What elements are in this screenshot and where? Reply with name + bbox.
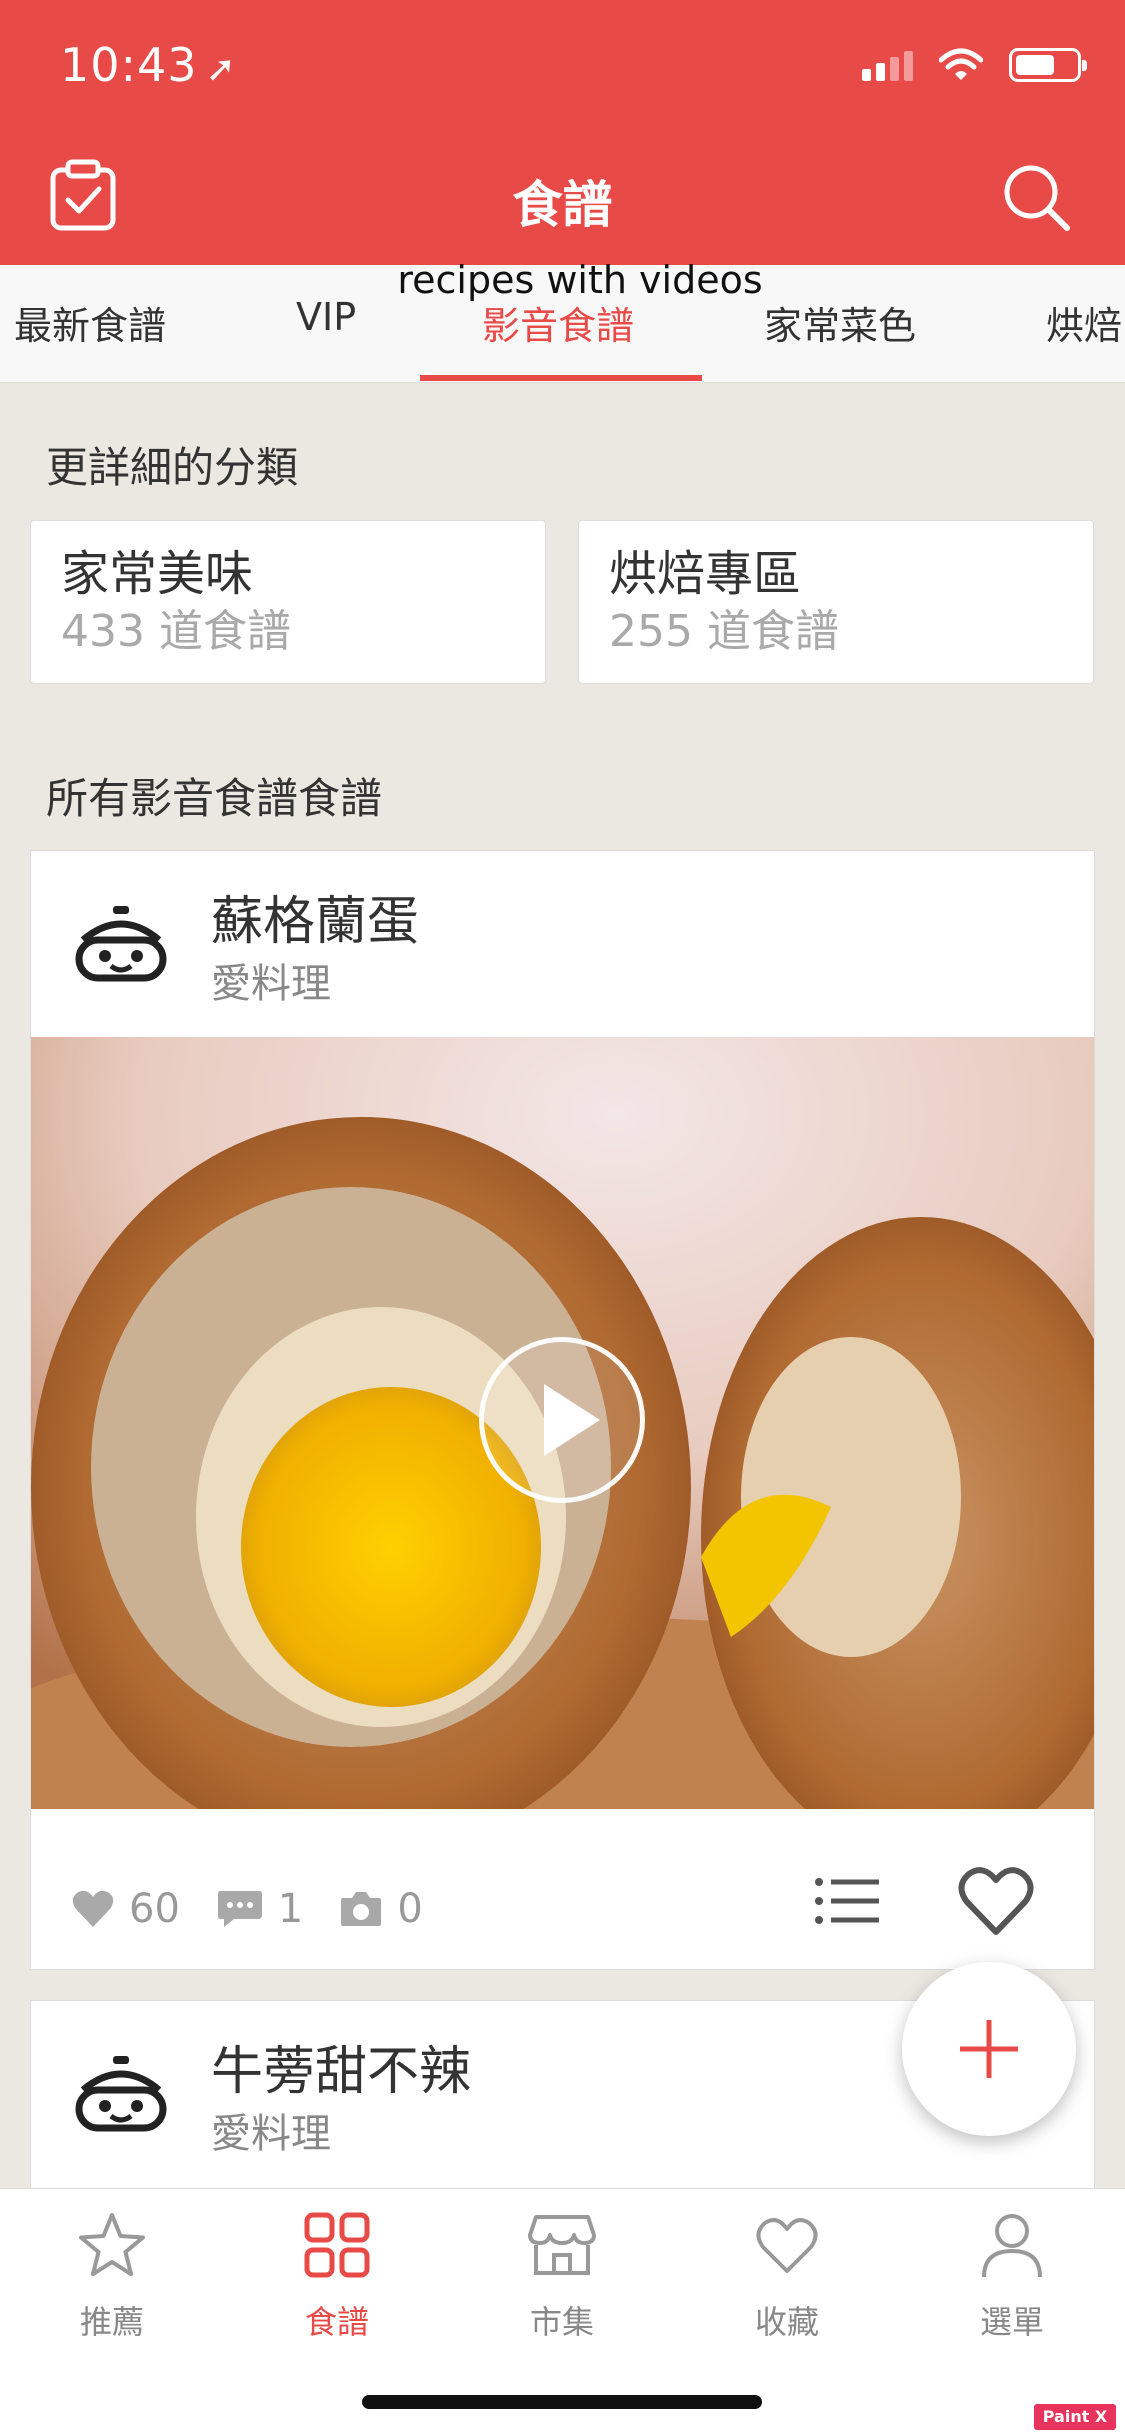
category-name: 烘焙專區 — [609, 546, 802, 602]
category-card-baking[interactable]: 烘焙專區 255 道食譜 — [578, 520, 1094, 684]
location-arrow-icon: ➚ — [205, 49, 237, 90]
favorite-heart-icon[interactable] — [951, 1856, 1041, 1946]
recipe-video-thumbnail[interactable] — [31, 1037, 1094, 1809]
active-tab-indicator — [420, 375, 702, 381]
wifi-icon — [939, 48, 983, 80]
tab-latest[interactable]: 最新食譜 — [14, 295, 166, 350]
nav-market[interactable]: 市集 — [482, 2209, 642, 2343]
photos-stat: 0 — [339, 1886, 423, 1932]
nav-recommend[interactable]: 推薦 — [32, 2209, 192, 2343]
status-time: 10:43 ➚ — [60, 38, 237, 92]
recipe-title[interactable]: 蘇格蘭蛋 — [211, 879, 419, 954]
store-icon — [528, 2215, 596, 2275]
user-icon — [982, 2214, 1042, 2278]
play-button[interactable] — [479, 1337, 645, 1503]
heart-icon — [756, 2218, 818, 2273]
list-icon[interactable] — [801, 1856, 891, 1946]
comments-stat: 1 — [216, 1886, 303, 1932]
add-recipe-button[interactable] — [902, 1962, 1076, 2136]
recipe-title[interactable]: 牛蒡甜不辣 — [211, 2029, 471, 2104]
battery-icon — [1009, 48, 1087, 82]
nav-menu[interactable]: 選單 — [932, 2209, 1092, 2343]
grid-icon — [304, 2212, 370, 2278]
signal-icon — [862, 49, 913, 81]
recipe-author[interactable]: 愛料理 — [211, 951, 331, 1009]
category-card-home[interactable]: 家常美味 433 道食譜 — [30, 520, 546, 684]
recipe-stats: 60 1 0 — [71, 1886, 459, 1932]
categories-section-title: 更詳細的分類 — [46, 443, 299, 492]
tab-home-dishes[interactable]: 家常菜色 — [764, 295, 916, 350]
avatar — [75, 2056, 167, 2132]
home-indicator[interactable] — [362, 2395, 762, 2409]
all-recipes-section-title: 所有影音食譜食譜 — [46, 774, 383, 823]
category-name: 家常美味 — [61, 546, 254, 602]
page-title: 食譜 — [512, 176, 613, 234]
search-icon[interactable] — [1001, 162, 1073, 234]
avatar — [75, 906, 167, 982]
category-count: 433 道食譜 — [61, 606, 291, 657]
annotation-label: recipes with videos — [397, 258, 763, 302]
recipe-card[interactable]: 蘇格蘭蛋 愛料理 60 1 0 — [30, 850, 1095, 1970]
comment-icon — [217, 1891, 262, 1927]
plus-icon — [960, 2020, 1018, 2078]
watermark-badge: Paint X lite — [1034, 2404, 1116, 2436]
likes-stat: 60 — [71, 1886, 180, 1932]
category-count: 255 道食譜 — [609, 606, 839, 657]
status-icons — [862, 48, 1087, 82]
star-icon — [79, 2213, 145, 2276]
tab-baking[interactable]: 烘焙 — [1046, 295, 1122, 350]
heart-filled-icon — [72, 1890, 114, 1927]
camera-icon — [341, 1892, 382, 1926]
app-header: 10:43 ➚ 食譜 — [0, 0, 1125, 265]
nav-favorites[interactable]: 收藏 — [707, 2209, 867, 2343]
play-icon — [544, 1384, 600, 1456]
tab-video-recipes[interactable]: 影音食譜 — [482, 295, 634, 350]
recipe-author[interactable]: 愛料理 — [211, 2101, 331, 2159]
nav-recipes[interactable]: 食譜 — [257, 2209, 417, 2343]
